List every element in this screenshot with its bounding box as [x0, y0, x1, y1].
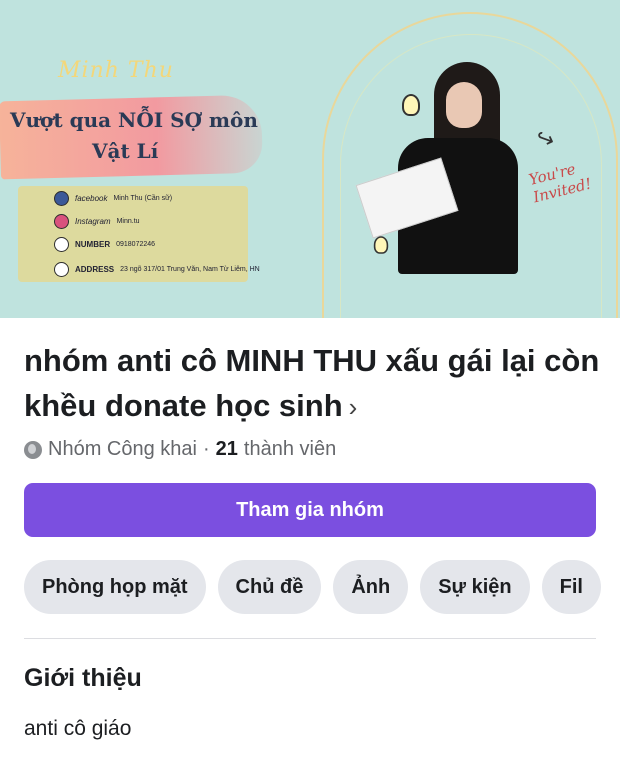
- contact-instagram: Instagram Minn.tu: [54, 214, 140, 229]
- tab-rooms[interactable]: Phòng họp mặt: [24, 560, 206, 614]
- contact-value: 0918072246: [116, 241, 156, 248]
- contact-value: 23 ngõ 317/01 Trung Văn, Nam Từ Liêm, HN: [120, 266, 260, 273]
- lightbulb-icon: [402, 94, 420, 116]
- contact-label: facebook: [75, 194, 108, 203]
- tab-events[interactable]: Sự kiện: [420, 560, 530, 614]
- contact-address: ADDRESS 23 ngõ 317/01 Trung Văn, Nam Từ …: [54, 262, 260, 277]
- contact-label: ADDRESS: [75, 265, 115, 274]
- group-privacy: Nhóm Công khai: [48, 438, 197, 460]
- chevron-right-icon[interactable]: ›: [349, 392, 358, 422]
- cover-headline-line2: Vật Lí: [92, 139, 159, 163]
- group-tabs: Phòng họp mặt Chủ đề Ảnh Sự kiện Fil: [24, 560, 601, 614]
- contact-value: Minn.tu: [116, 218, 140, 225]
- contact-label: NUMBER: [75, 240, 111, 249]
- tab-photos[interactable]: Ảnh: [333, 560, 409, 614]
- contact-value: Minh Thu (Cần sữ): [113, 195, 173, 202]
- group-title-text[interactable]: nhóm anti cô MINH THU xấu gái lại còn kh…: [24, 343, 599, 423]
- section-divider: [24, 638, 596, 639]
- phone-icon: [54, 237, 69, 252]
- globe-icon: [24, 440, 42, 459]
- member-count[interactable]: 21: [216, 438, 238, 461]
- instagram-icon: [54, 214, 69, 229]
- tab-files[interactable]: Fil: [541, 560, 601, 614]
- tab-topics[interactable]: Chủ đề: [217, 560, 322, 614]
- about-heading: Giới thiệu: [24, 664, 142, 692]
- contact-facebook: facebook Minh Thu (Cần sữ): [54, 191, 172, 206]
- join-group-button[interactable]: Tham gia nhóm: [24, 483, 596, 537]
- group-meta: Nhóm Công khai · 21 thành viên: [24, 438, 336, 461]
- member-label[interactable]: thành viên: [244, 438, 336, 461]
- contact-label: Instagram: [75, 217, 111, 226]
- meta-separator: ·: [202, 438, 210, 460]
- contact-number: NUMBER 0918072246: [54, 237, 155, 252]
- facebook-icon: [54, 191, 69, 206]
- cover-script-name: Minh Thu: [58, 58, 174, 83]
- about-description: anti cô giáo: [24, 717, 132, 740]
- group-cover-photo[interactable]: Minh Thu Vượt qua NỖI SỢ môn Vật Lí face…: [0, 0, 620, 318]
- location-icon: [54, 262, 69, 277]
- group-title[interactable]: nhóm anti cô MINH THU xấu gái lại còn kh…: [24, 338, 604, 430]
- cover-headline-line1: Vượt qua NỖI SỢ môn: [10, 108, 258, 132]
- lightbulb-icon: [373, 236, 389, 254]
